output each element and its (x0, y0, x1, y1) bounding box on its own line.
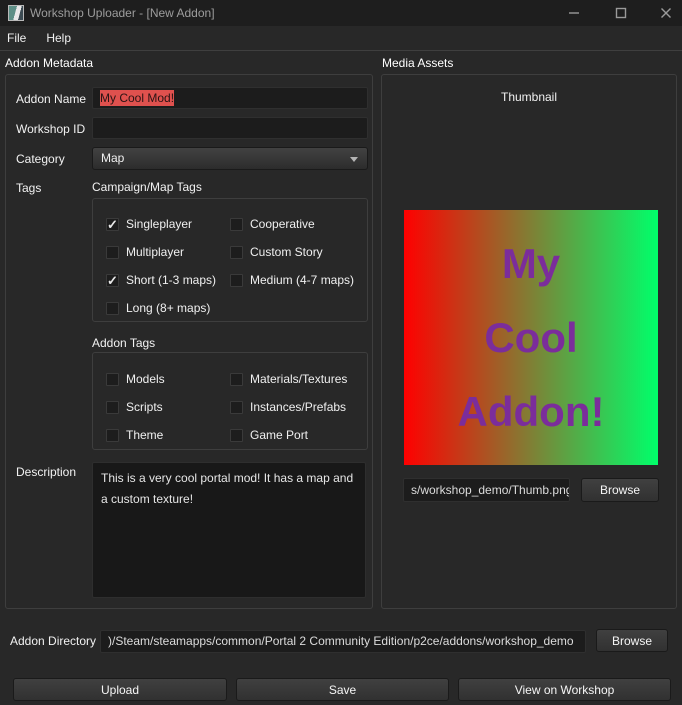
thumbnail-text-line: Cool (484, 314, 577, 362)
chevron-down-icon (350, 157, 358, 162)
checkbox-custom-story[interactable]: Custom Story (230, 238, 367, 266)
checkbox-icon[interactable] (106, 274, 119, 287)
checkbox-icon[interactable] (230, 274, 243, 287)
addon-tags-group: Models Materials/Textures Scripts Instan… (92, 352, 368, 450)
checkbox-theme[interactable]: Theme (106, 421, 230, 449)
close-icon (660, 7, 672, 19)
checkbox-icon[interactable] (230, 401, 243, 414)
checkbox-game-port[interactable]: Game Port (230, 421, 367, 449)
maximize-button[interactable] (606, 0, 636, 26)
window-title: Workshop Uploader - [New Addon] (30, 6, 215, 20)
category-selected-value: Map (101, 151, 124, 165)
title-bar: Workshop Uploader - [New Addon] (0, 0, 682, 26)
addon-directory-input[interactable]: )/Steam/steamapps/common/Portal 2 Commun… (100, 630, 586, 653)
tags-label: Tags (16, 181, 41, 195)
campaign-tags-group: Singleplayer Cooperative Multiplayer Cus… (92, 198, 368, 322)
addon-directory-browse-button[interactable]: Browse (596, 629, 668, 652)
thumbnail-text-line: Addon! (458, 388, 605, 436)
thumbnail-browse-button[interactable]: Browse (581, 478, 659, 502)
checkbox-icon[interactable] (230, 246, 243, 259)
checkbox-multiplayer[interactable]: Multiplayer (106, 238, 230, 266)
checkbox-icon[interactable] (106, 302, 119, 315)
category-label: Category (16, 152, 65, 166)
checkbox-icon[interactable] (106, 218, 119, 231)
checkbox-models[interactable]: Models (106, 365, 230, 393)
app-window: Workshop Uploader - [New Addon] File Hel… (0, 0, 682, 705)
addon-name-input[interactable]: My Cool Mod! (92, 87, 368, 109)
checkbox-medium-maps[interactable]: Medium (4-7 maps) (230, 266, 367, 294)
thumbnail-image: My Cool Addon! (404, 210, 658, 465)
addon-directory-label: Addon Directory (10, 634, 96, 648)
category-dropdown[interactable]: Map (92, 147, 368, 170)
checkbox-icon[interactable] (106, 429, 119, 442)
workshop-id-label: Workshop ID (16, 122, 85, 136)
thumbnail-path-input[interactable]: s/workshop_demo/Thumb.png (403, 478, 570, 502)
media-assets-header: Media Assets (382, 56, 453, 70)
checkbox-materials-textures[interactable]: Materials/Textures (230, 365, 367, 393)
checkbox-icon[interactable] (106, 373, 119, 386)
minimize-icon (568, 7, 580, 19)
description-input[interactable]: This is a very cool portal mod! It has a… (92, 462, 366, 598)
addon-tags-title: Addon Tags (92, 336, 155, 350)
checkbox-scripts[interactable]: Scripts (106, 393, 230, 421)
checkbox-icon[interactable] (106, 246, 119, 259)
app-icon (8, 5, 24, 21)
checkbox-icon[interactable] (106, 401, 119, 414)
minimize-button[interactable] (559, 0, 589, 26)
menu-file[interactable]: File (0, 26, 36, 51)
upload-button[interactable]: Upload (13, 678, 227, 701)
checkbox-cooperative[interactable]: Cooperative (230, 210, 367, 238)
checkbox-icon[interactable] (230, 429, 243, 442)
campaign-tags-title: Campaign/Map Tags (92, 180, 202, 194)
workshop-id-input[interactable] (92, 117, 368, 139)
addon-name-selected-text: My Cool Mod! (100, 90, 174, 106)
view-on-workshop-button[interactable]: View on Workshop (458, 678, 671, 701)
checkbox-icon[interactable] (230, 373, 243, 386)
thumbnail-label: Thumbnail (381, 90, 677, 104)
checkbox-icon[interactable] (230, 218, 243, 231)
checkbox-instances-prefabs[interactable]: Instances/Prefabs (230, 393, 367, 421)
maximize-icon (615, 7, 627, 19)
save-button[interactable]: Save (236, 678, 449, 701)
menu-help[interactable]: Help (36, 26, 81, 51)
checkbox-short-maps[interactable]: Short (1-3 maps) (106, 266, 230, 294)
close-button[interactable] (651, 0, 681, 26)
description-label: Description (16, 465, 76, 479)
checkbox-singleplayer[interactable]: Singleplayer (106, 210, 230, 238)
checkbox-long-maps[interactable]: Long (8+ maps) (106, 294, 230, 322)
addon-name-label: Addon Name (16, 92, 86, 106)
menu-bar: File Help (0, 26, 682, 51)
addon-metadata-header: Addon Metadata (5, 56, 93, 70)
thumbnail-text-line: My (502, 240, 560, 288)
